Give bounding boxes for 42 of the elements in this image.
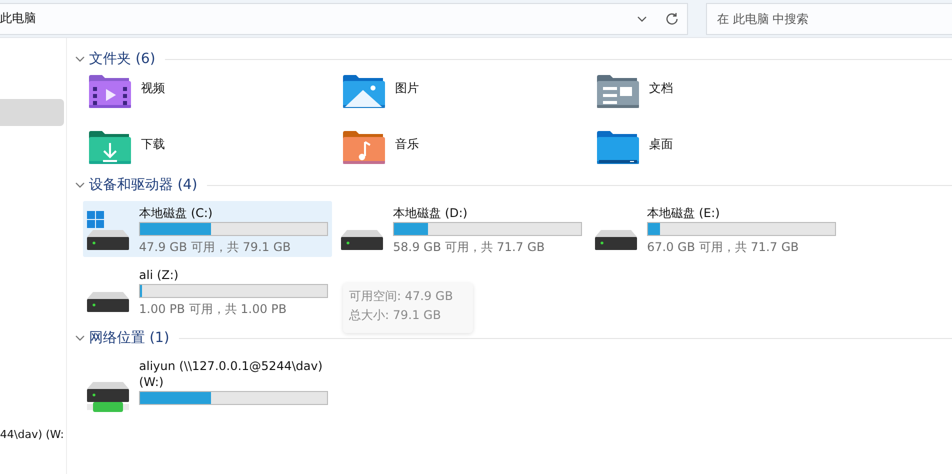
address-bar[interactable]: 此电脑 bbox=[0, 2, 688, 34]
group-header[interactable]: 设备和驱动器 (4) bbox=[89, 176, 198, 194]
hard-drive-icon bbox=[87, 230, 129, 251]
folder-label[interactable]: 下载 bbox=[141, 136, 165, 153]
folder-label[interactable]: 视频 bbox=[141, 80, 165, 97]
folder-label[interactable]: 桌面 bbox=[649, 136, 673, 153]
free-space-text: 58.9 GB 可用，共 71.7 GB bbox=[393, 239, 546, 256]
folder-icon bbox=[343, 74, 385, 110]
drive-name: 本地磁盘 (C:) bbox=[139, 205, 214, 221]
drive-name: ali (Z:) bbox=[139, 267, 180, 283]
network-drive-icon bbox=[87, 382, 129, 412]
drive-tile[interactable]: 本地磁盘 (E:) 67.0 GB 可用，共 71.7 GB bbox=[591, 201, 840, 257]
chevron-down-icon[interactable] bbox=[75, 182, 85, 188]
tooltip-text: 可用空间: 47.9 GB bbox=[349, 288, 454, 305]
hard-drive-icon bbox=[87, 292, 129, 313]
free-space-text: 1.00 PB 可用，共 1.00 PB bbox=[139, 301, 288, 318]
hard-drive-icon bbox=[341, 230, 383, 251]
search-field[interactable]: 在 此电脑 中搜索 bbox=[706, 2, 952, 34]
chevron-down-icon[interactable] bbox=[75, 335, 85, 341]
folder-icon bbox=[89, 130, 131, 166]
drive-tile[interactable]: 本地磁盘 (C:) 47.9 GB 可用，共 79.1 GB bbox=[83, 201, 332, 257]
group-header[interactable]: 网络位置 (1) bbox=[89, 329, 170, 347]
folder-icon bbox=[343, 130, 385, 166]
hard-drive-icon bbox=[595, 230, 637, 251]
document-folder-icon bbox=[597, 74, 639, 110]
group-header[interactable]: 文件夹 (6) bbox=[89, 50, 156, 68]
chevron-down-icon[interactable] bbox=[75, 56, 85, 62]
sidebar-item[interactable]: 44\dav) (W: bbox=[0, 421, 64, 448]
free-space-text: 67.0 GB 可用，共 71.7 GB bbox=[647, 239, 800, 256]
folder-label[interactable]: 图片 bbox=[395, 80, 419, 97]
network-location-tile[interactable]: aliyun (\\127.0.0.1@5244\dav) (W:) bbox=[83, 354, 343, 418]
drive-name: 本地磁盘 (E:) bbox=[647, 205, 721, 221]
drive-name: 本地磁盘 (D:) bbox=[393, 205, 468, 221]
folder-label[interactable]: 音乐 bbox=[395, 136, 419, 153]
free-space-text: 47.9 GB 可用，共 79.1 GB bbox=[139, 239, 292, 256]
tooltip-text: 总大小: 79.1 GB bbox=[349, 307, 442, 324]
drive-tile[interactable]: ali (Z:) 1.00 PB 可用，共 1.00 PB bbox=[83, 263, 332, 319]
drive-name: aliyun (\\127.0.0.1@5244\dav) (W:) bbox=[139, 358, 324, 390]
folder-icon bbox=[89, 74, 131, 110]
folder-label[interactable]: 文档 bbox=[649, 80, 673, 97]
drive-tile[interactable]: 本地磁盘 (D:) 58.9 GB 可用，共 71.7 GB bbox=[337, 201, 586, 257]
folder-icon bbox=[597, 130, 639, 166]
